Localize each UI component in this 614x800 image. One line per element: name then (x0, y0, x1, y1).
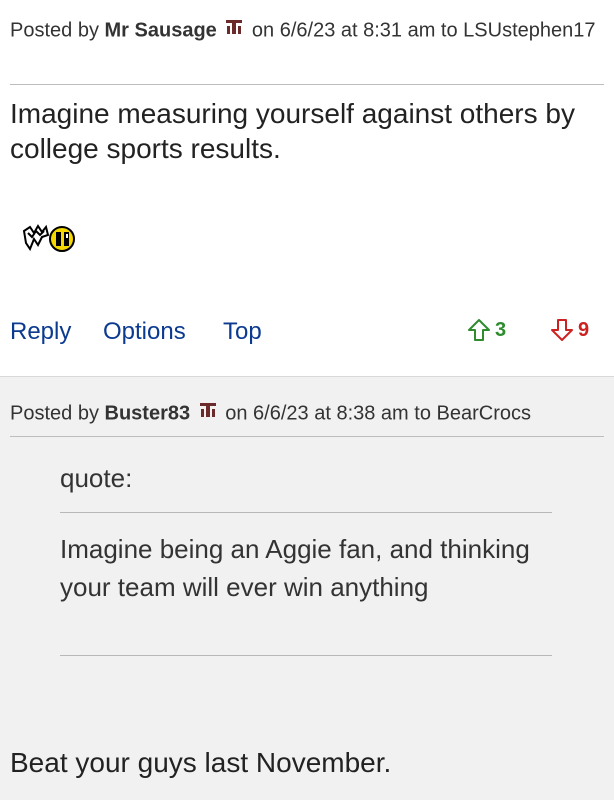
upvote-button[interactable]: 3 (467, 318, 506, 342)
quote-text: Imagine being an Aggie fan, and thinking… (60, 534, 530, 602)
divider (10, 84, 604, 85)
reply-to-user[interactable]: LSUstephen17 (463, 19, 595, 41)
arrow-down-icon (551, 319, 573, 341)
running-smiley-emote-icon (22, 223, 76, 260)
downvote-count: 9 (578, 318, 590, 341)
posted-time: on 6/6/23 at 8:31 am to (251, 19, 458, 42)
quote-divider-bottom (60, 655, 552, 656)
quote-divider-top (60, 512, 552, 513)
posted-time: on 6/6/23 at 8:38 am to (225, 402, 431, 425)
posted-by-label: Posted by (10, 402, 99, 425)
top-link[interactable]: Top (223, 318, 262, 346)
downvote-button[interactable]: 9 (550, 318, 589, 342)
arrow-up-icon (468, 319, 490, 341)
author-name[interactable]: Mr Sausage (105, 19, 217, 41)
post-2: Posted by Buster83 on 6/6/23 at 8:38 am … (0, 376, 614, 800)
post-body: Imagine measuring yourself against other… (10, 98, 575, 164)
post-body: Beat your guys last November. (10, 747, 392, 778)
post-1: Posted by Mr Sausage on 6/6/23 at 8:31 a… (0, 0, 614, 376)
options-link[interactable]: Options (103, 318, 186, 346)
reply-link[interactable]: Reply (10, 318, 71, 346)
quote-label: quote: (60, 463, 133, 493)
upvote-count: 3 (495, 318, 507, 341)
posted-by-label: Posted by (10, 19, 99, 42)
post-meta: Posted by Mr Sausage on 6/6/23 at 8:31 a… (10, 14, 600, 48)
texas-am-logo-icon (199, 397, 216, 427)
author-name[interactable]: Buster83 (105, 402, 191, 424)
reply-to-user[interactable]: BearCrocs (437, 402, 531, 424)
texas-am-logo-icon (226, 14, 243, 44)
divider (10, 436, 604, 437)
post-meta: Posted by Buster83 on 6/6/23 at 8:38 am … (10, 397, 531, 431)
